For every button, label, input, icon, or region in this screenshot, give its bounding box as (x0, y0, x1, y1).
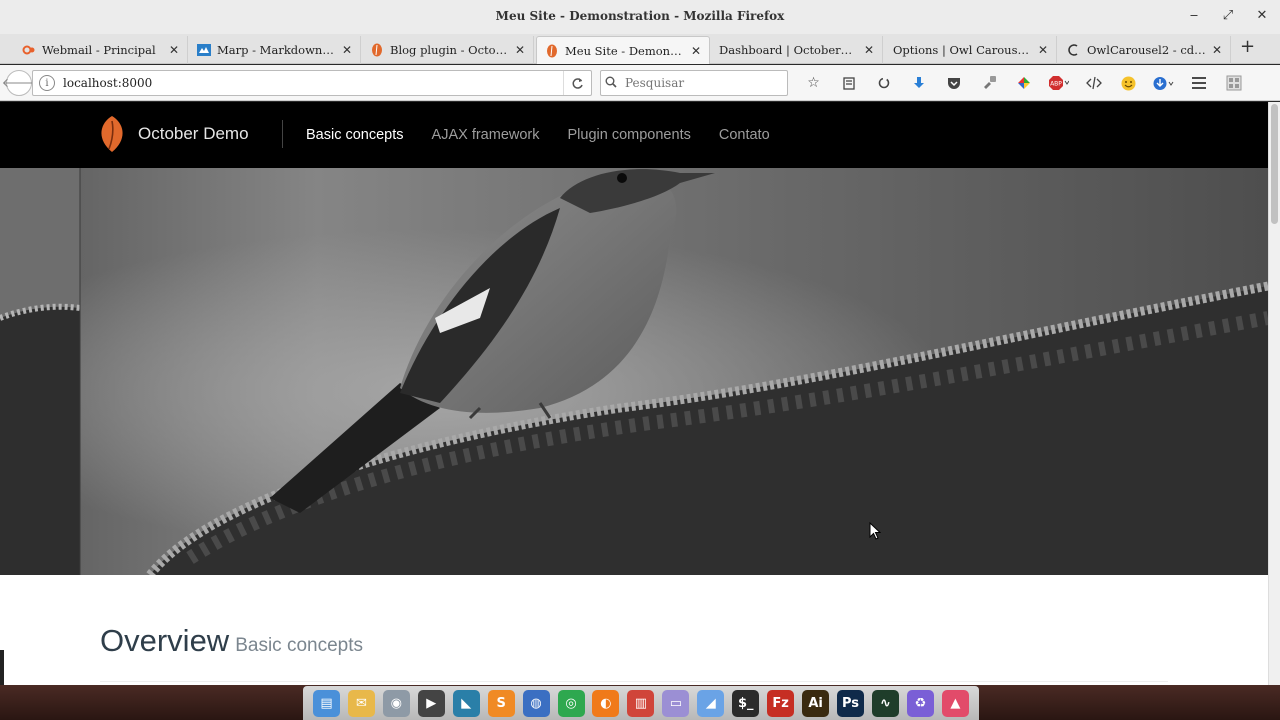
tab-label: OwlCarousel2 - cdnjs… (1087, 43, 1206, 57)
tab-owl-options[interactable]: Options | Owl Carousel … ✕ (885, 36, 1057, 64)
page-content: Overview Basic concepts (0, 575, 1268, 685)
url-input[interactable] (63, 76, 563, 90)
cpanel-icon (22, 43, 36, 57)
colorful-extension-icon[interactable] (1006, 72, 1041, 94)
terminal-icon[interactable]: $_ (732, 689, 760, 717)
tab-close-icon[interactable]: ✕ (515, 43, 525, 57)
system-monitor-icon[interactable]: ∿ (871, 689, 899, 717)
site-nav-links: Basic concepts AJAX framework Plugin com… (292, 102, 784, 168)
mysql-workbench-icon[interactable]: ◣ (452, 689, 480, 717)
tab-owlcarousel-cdnjs[interactable]: OwlCarousel2 - cdnjs… ✕ (1059, 36, 1231, 64)
bookmark-star-icon[interactable]: ☆ (796, 72, 831, 94)
nav-link-contato[interactable]: Contato (705, 127, 784, 143)
october-icon (545, 44, 559, 58)
extension-badge-icon[interactable] (971, 72, 1006, 94)
book-icon[interactable]: ▥ (627, 689, 655, 717)
page-viewport: October Demo Basic concepts AJAX framewo… (0, 102, 1268, 685)
site-brand[interactable]: October Demo (138, 124, 249, 144)
nav-link-ajax-framework[interactable]: AJAX framework (418, 127, 554, 143)
nav-divider (282, 120, 283, 148)
illustrator-icon[interactable]: Ai (802, 689, 830, 717)
tab-close-icon[interactable]: ✕ (342, 43, 352, 57)
cdnjs-icon (1067, 43, 1081, 57)
nav-link-plugin-components[interactable]: Plugin components (554, 127, 705, 143)
tab-close-icon[interactable]: ✕ (691, 44, 701, 58)
sidebar-extension-icon[interactable] (1216, 72, 1251, 94)
mail-icon[interactable]: ✉ (347, 689, 375, 717)
maximize-button[interactable]: ⤢ (1220, 8, 1236, 23)
marp-icon (197, 43, 211, 57)
tab-blog-plugin[interactable]: Blog plugin - Octobe… ✕ (362, 36, 534, 64)
site-info-icon[interactable]: i (39, 75, 55, 91)
app-dock: ▤ ✉ ◉ ▶ ◣ S ◍ ◎ ◐ ▥ ▭ ◢ $_ Fz Ai Ps ∿ ♻ ▲ (303, 686, 979, 720)
tab-close-icon[interactable]: ✕ (1212, 43, 1222, 57)
october-icon (370, 43, 384, 57)
download-icon[interactable] (901, 72, 936, 94)
chrome-icon[interactable]: ◎ (557, 689, 585, 717)
filezilla-icon[interactable]: Fz (767, 689, 795, 717)
tab-close-icon[interactable]: ✕ (169, 43, 179, 57)
scrollbar-thumb[interactable] (1271, 104, 1278, 224)
browser-globe-icon[interactable]: ◍ (522, 689, 550, 717)
site-navbar: October Demo Basic concepts AJAX framewo… (0, 102, 1268, 168)
toolbar-icons: ☆ ABP (796, 72, 1251, 94)
download-helper-icon[interactable] (1146, 72, 1181, 94)
photoshop-icon[interactable]: Ps (837, 689, 865, 717)
tab-marp[interactable]: Marp - Markdown Pr… ✕ (189, 36, 361, 64)
tab-webmail[interactable]: Webmail - Principal ✕ (14, 36, 188, 64)
search-bar[interactable] (600, 70, 788, 96)
sync-icon[interactable] (866, 72, 901, 94)
october-logo-icon[interactable] (97, 115, 127, 153)
close-window-button[interactable]: ✕ (1254, 8, 1270, 23)
reading-list-icon[interactable] (831, 72, 866, 94)
nav-link-basic-concepts[interactable]: Basic concepts (292, 127, 418, 143)
sublime-icon[interactable]: S (487, 689, 515, 717)
image-viewer-icon[interactable]: ▲ (941, 689, 969, 717)
dev-tools-icon[interactable] (1076, 72, 1111, 94)
page-heading: Overview Basic concepts (100, 623, 363, 659)
window-titlebar: Meu Site - Demonstration - Mozilla Firef… (0, 0, 1280, 34)
tab-label: Webmail - Principal (42, 43, 156, 57)
paper-plane-icon[interactable]: ◢ (697, 689, 725, 717)
navigation-toolbar: 🡐 i ☆ ABP (0, 65, 1280, 101)
firefox-icon[interactable]: ◐ (592, 689, 620, 717)
desktop-edge (0, 650, 4, 685)
emoji-icon[interactable] (1111, 72, 1146, 94)
bird-photo (0, 168, 1268, 575)
folder-icon[interactable]: ▭ (662, 689, 690, 717)
heading-subtitle: Basic concepts (235, 635, 363, 656)
tab-close-icon[interactable]: ✕ (1038, 43, 1048, 57)
mouse-cursor-icon (869, 521, 882, 544)
search-icon (605, 76, 621, 91)
pocket-icon[interactable] (936, 72, 971, 94)
tab-label: Dashboard | OctoberCMS (719, 43, 858, 57)
search-input[interactable] (625, 76, 787, 90)
clapper-icon[interactable]: ▶ (417, 689, 445, 717)
heading-divider (100, 681, 1168, 682)
window-title: Meu Site - Demonstration - Mozilla Firef… (495, 9, 785, 23)
hero-carousel-image[interactable] (0, 168, 1268, 575)
reload-icon[interactable] (563, 71, 591, 95)
heading-overview: Overview (100, 623, 230, 658)
tab-dashboard[interactable]: Dashboard | OctoberCMS ✕ (711, 36, 883, 64)
tab-label: Meu Site - Demonstr… (565, 43, 685, 58)
back-button[interactable]: 🡐 (2, 70, 36, 96)
new-tab-button[interactable]: + (1240, 36, 1255, 57)
tab-bar: Webmail - Principal ✕ Marp - Markdown Pr… (0, 34, 1280, 64)
adblock-icon[interactable]: ABP (1041, 72, 1076, 94)
svg-text:ABP: ABP (1050, 81, 1062, 88)
tab-label: Marp - Markdown Pr… (217, 43, 336, 57)
tab-meu-site[interactable]: Meu Site - Demonstr… ✕ (536, 36, 710, 64)
files-icon[interactable]: ▤ (312, 689, 340, 717)
hamburger-menu-icon[interactable] (1181, 72, 1216, 94)
recycle-icon[interactable]: ♻ (906, 689, 934, 717)
url-bar[interactable]: i (32, 70, 592, 96)
tab-label: Blog plugin - Octobe… (390, 43, 509, 57)
window-controls: ‒ ⤢ ✕ (1186, 8, 1270, 23)
page-scrollbar[interactable] (1268, 102, 1280, 685)
tab-close-icon[interactable]: ✕ (864, 43, 874, 57)
tab-label: Options | Owl Carousel … (893, 43, 1032, 57)
camera-icon[interactable]: ◉ (382, 689, 410, 717)
minimize-button[interactable]: ‒ (1186, 8, 1202, 23)
